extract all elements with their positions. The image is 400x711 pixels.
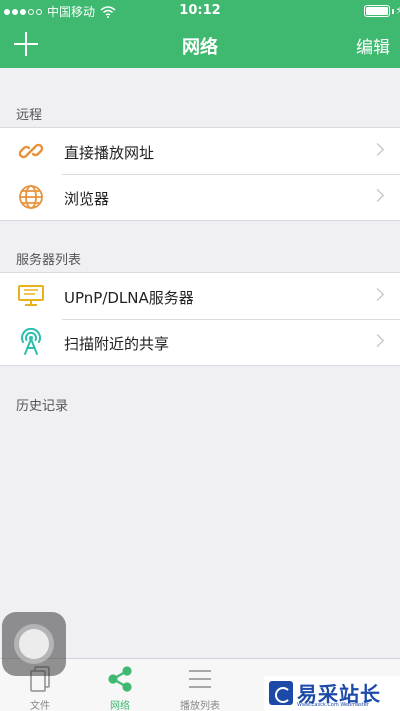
globe-icon: [17, 184, 45, 210]
section-header-servers: 服务器列表: [16, 253, 82, 268]
tab-label: 文件: [30, 701, 50, 711]
edit-button[interactable]: 编辑: [356, 33, 390, 58]
watermark-logo-icon: [269, 681, 293, 705]
list-item-label: 扫描附近的共享: [64, 335, 170, 353]
antenna-icon: [17, 328, 45, 355]
servers-group: UPnP/DLNA服务器 扫描附近的共享: [0, 272, 400, 366]
tab-label: 网络: [110, 701, 130, 711]
link-icon: [17, 138, 45, 164]
share-icon: [108, 666, 132, 692]
list-item-play-url[interactable]: 直接播放网址: [0, 128, 400, 174]
list-item-browser[interactable]: 浏览器: [0, 174, 400, 220]
chevron-right-icon: [371, 189, 384, 202]
page-title: 网络: [182, 37, 218, 58]
battery-icon: ⚡: [364, 4, 400, 17]
navbar: 网络 编辑: [0, 22, 400, 68]
tab-network[interactable]: 网络: [80, 659, 160, 711]
chevron-right-icon: [371, 334, 384, 347]
tab-playlist[interactable]: 播放列表: [160, 659, 240, 711]
header: 中国移动 10:12 ⚡ 网络 编辑: [0, 0, 400, 68]
plus-icon[interactable]: [14, 32, 38, 56]
section-header-history: 历史记录: [16, 399, 69, 414]
list-item-label: UPnP/DLNA服务器: [64, 289, 194, 307]
section-header-remote: 远程: [16, 108, 43, 123]
list-icon: [189, 670, 211, 688]
status-bar: 中国移动 10:12 ⚡: [0, 0, 400, 22]
watermark: 易采站长站 Www.Easck.Com Webmaster: [264, 676, 400, 711]
battery-tip: [392, 9, 394, 14]
list-item-upnp-dlna[interactable]: UPnP/DLNA服务器: [0, 273, 400, 319]
chevron-right-icon: [371, 288, 384, 301]
monitor-icon: [17, 283, 45, 309]
assistive-core: [19, 629, 49, 659]
list-item-scan-shares[interactable]: 扫描附近的共享: [0, 319, 400, 365]
list-item-label: 浏览器: [64, 190, 110, 208]
tab-label: 播放列表: [180, 701, 220, 711]
assistive-touch-button[interactable]: [2, 612, 66, 676]
chevron-right-icon: [371, 143, 384, 156]
list-item-label: 直接播放网址: [64, 144, 155, 162]
watermark-sub: Www.Easck.Com Webmaster: [297, 702, 369, 708]
status-time: 10:12: [179, 3, 221, 18]
remote-group: 直接播放网址 浏览器: [0, 127, 400, 221]
